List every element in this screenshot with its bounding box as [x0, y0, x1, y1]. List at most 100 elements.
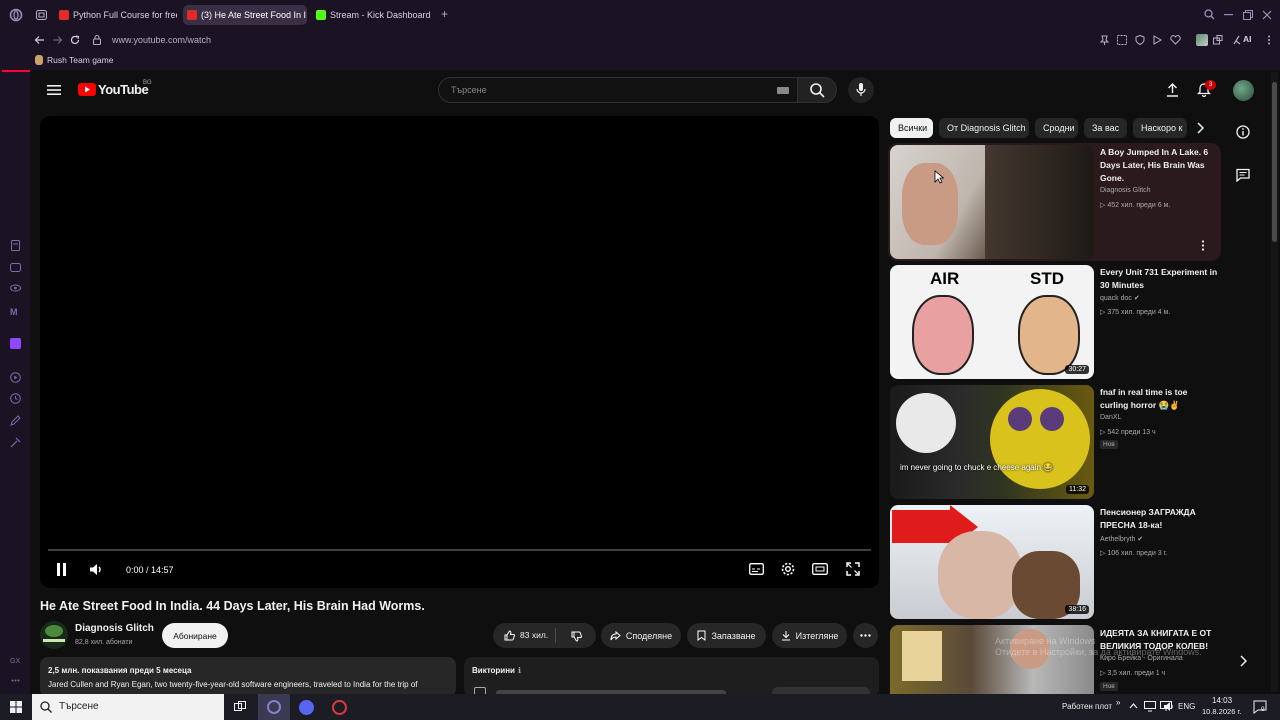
chip-for-you[interactable]: За вас — [1084, 118, 1127, 138]
rec-thumbnail-3[interactable]: im never going to chuck e cheese again 😂… — [890, 385, 1094, 499]
progress-bar[interactable] — [48, 549, 871, 551]
scrollbar-thumb[interactable] — [1272, 82, 1277, 242]
extensions-icon[interactable] — [1213, 35, 1223, 45]
save-button[interactable]: Запазване — [687, 623, 766, 648]
back-arrow-icon[interactable] — [34, 35, 45, 45]
more-menu-icon[interactable] — [1267, 35, 1271, 45]
tab-python-course[interactable]: Python Full Course for free — [55, 5, 177, 25]
chip-related[interactable]: Сродни — [1035, 118, 1078, 138]
tray-chevron-icon[interactable] — [1129, 703, 1138, 709]
sidebar-m-icon[interactable]: M — [10, 306, 18, 318]
chat-panel-icon[interactable] — [1236, 168, 1250, 182]
tray-network-icon[interactable] — [1144, 701, 1156, 712]
download-button[interactable]: Изтегляне — [772, 623, 847, 648]
subscribe-button[interactable]: Абониране — [162, 623, 228, 648]
dislike-icon[interactable] — [571, 631, 582, 642]
new-tab-button[interactable]: + — [441, 8, 448, 20]
windows-start-icon[interactable] — [10, 701, 22, 713]
rec-title-3[interactable]: fnaf in real time is toe curling horror … — [1100, 386, 1218, 412]
sidebar-messenger-icon[interactable] — [10, 263, 21, 273]
minimize-icon[interactable] — [1224, 14, 1233, 16]
page-scrollbar[interactable] — [1271, 72, 1278, 692]
lock-icon[interactable] — [93, 35, 101, 45]
url-text[interactable]: www.youtube.com/watch — [112, 35, 211, 45]
youtube-logo-icon[interactable] — [78, 83, 96, 96]
hamburger-menu-icon[interactable] — [47, 84, 61, 96]
bookmark-rush-team[interactable]: Rush Team game — [47, 55, 113, 65]
quiz-box[interactable]: Викторини ℹ — [464, 657, 879, 697]
rec-thumbnail-4[interactable]: 38:16 — [890, 505, 1094, 619]
toolbar-expand-icon[interactable]: » — [1116, 698, 1120, 707]
rec-title-2[interactable]: Every Unit 731 Experiment in 30 Minutes — [1100, 266, 1218, 292]
rec-channel-4[interactable]: Aethelbryth ✔ — [1100, 535, 1143, 543]
sidebar-player-icon[interactable] — [10, 372, 21, 383]
taskbar-search-box[interactable]: Търсене — [32, 694, 224, 720]
sidebar-tools-icon[interactable] — [10, 437, 21, 448]
video-player[interactable]: 0:00 / 14:57 — [40, 116, 879, 588]
pin-icon[interactable] — [1100, 35, 1109, 45]
desktop-toolbar-label[interactable]: Работен плот — [1062, 702, 1112, 711]
reload-icon[interactable] — [70, 35, 80, 45]
youtube-logo-text[interactable]: YouTube — [98, 82, 149, 97]
clock-time[interactable]: 14:03 — [1212, 696, 1232, 705]
sidebar-gx-icon[interactable]: GX — [10, 656, 20, 668]
aria-icon[interactable] — [1232, 35, 1241, 45]
profile-avatar-icon[interactable] — [1196, 34, 1208, 46]
opera-logo-icon[interactable] — [9, 8, 23, 22]
voice-search-button[interactable] — [848, 77, 874, 103]
channel-avatar[interactable] — [40, 621, 68, 649]
like-count[interactable]: 83 хил. — [520, 630, 548, 640]
taskbar-discord-app[interactable] — [299, 700, 314, 715]
tab-kick-dashboard[interactable]: Stream - Kick Dashboard — [312, 5, 436, 25]
language-indicator[interactable]: ENG — [1178, 702, 1195, 711]
rec-thumbnail-1[interactable] — [890, 145, 1094, 259]
search-button[interactable] — [797, 77, 837, 103]
shield-icon[interactable] — [1135, 35, 1145, 45]
forward-arrow-icon[interactable] — [52, 35, 63, 45]
share-button[interactable]: Споделяне — [601, 623, 681, 648]
taskbar-obs-app[interactable] — [332, 700, 347, 715]
sidebar-more-icon[interactable] — [11, 679, 20, 682]
sidebar-eye-icon[interactable] — [10, 284, 21, 292]
fullscreen-icon[interactable] — [846, 562, 860, 576]
rec-channel-2[interactable]: quack doc ✔ — [1100, 294, 1140, 302]
close-window-icon[interactable] — [1262, 10, 1272, 20]
task-view-icon[interactable] — [234, 701, 246, 713]
heart-icon[interactable] — [1170, 35, 1181, 45]
clock-date[interactable]: 10.8.2026 г. — [1202, 707, 1241, 716]
rec-title-1[interactable]: A Boy Jumped In A Lake. 6 Days Later, Hi… — [1100, 146, 1218, 185]
sidebar-wallet-icon[interactable] — [11, 240, 20, 251]
rec-title-4[interactable]: Пенсионер ЗАГРАЖДА ПРЕСНА 18-ка! — [1100, 506, 1218, 532]
theater-mode-icon[interactable] — [812, 563, 828, 575]
rec-channel-1[interactable]: Diagnosis Glitch — [1100, 187, 1151, 194]
keyboard-icon[interactable] — [777, 87, 789, 94]
rec-channel-3[interactable]: DanXL — [1100, 414, 1121, 421]
search-input[interactable]: Търсене — [438, 77, 798, 103]
pause-icon[interactable] — [56, 563, 67, 576]
tab-overview-icon[interactable] — [36, 10, 47, 20]
rec-thumbnail-2[interactable]: AIR STD 30:27 — [890, 265, 1094, 379]
tray-volume-icon[interactable] — [1163, 701, 1175, 712]
description-box[interactable]: 2,5 млн. показвания преди 5 месеца Jared… — [40, 657, 456, 697]
sidebar-twitch-icon[interactable] — [10, 338, 21, 349]
side-next-chevron-icon[interactable] — [1239, 655, 1247, 667]
settings-gear-icon[interactable] — [781, 562, 795, 576]
rec-more-icon[interactable] — [1201, 240, 1205, 251]
restore-icon[interactable] — [1243, 10, 1253, 20]
upload-icon[interactable] — [1166, 83, 1179, 97]
sidebar-history-icon[interactable] — [10, 393, 21, 404]
tab-youtube-video[interactable]: (3) He Ate Street Food In I — [183, 5, 307, 25]
ai-button[interactable]: AI — [1243, 34, 1252, 44]
chips-next-chevron-icon[interactable] — [1196, 122, 1204, 134]
chip-recent[interactable]: Наскоро к — [1133, 118, 1187, 138]
like-icon[interactable] — [504, 630, 515, 641]
search-tabs-icon[interactable] — [1204, 9, 1215, 20]
volume-icon[interactable] — [89, 563, 103, 576]
user-avatar[interactable] — [1233, 80, 1254, 101]
chip-from-channel[interactable]: От Diagnosis Glitch — [939, 118, 1029, 138]
taskbar-opera-app[interactable] — [258, 694, 290, 720]
more-actions-button[interactable] — [853, 623, 878, 648]
subtitles-icon[interactable] — [749, 563, 764, 575]
sidebar-pen-icon[interactable] — [10, 415, 21, 426]
channel-name[interactable]: Diagnosis Glitch — [75, 623, 154, 634]
